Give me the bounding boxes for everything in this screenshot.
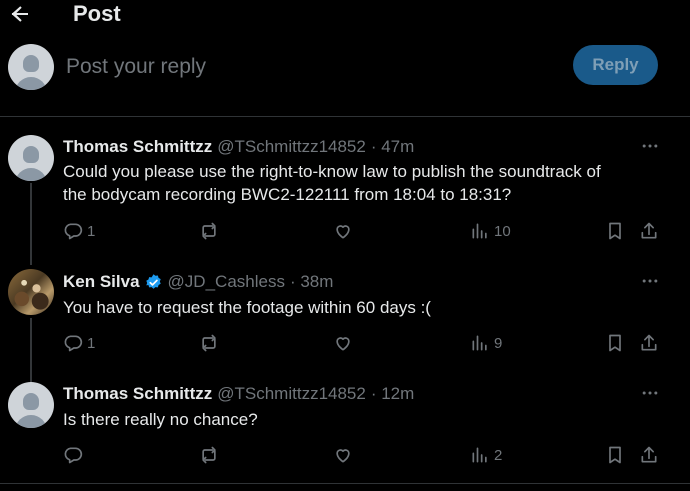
repost-action[interactable]	[199, 333, 219, 353]
post-header: Thomas Schmittzz @TSchmittzz14852 · 47m	[63, 135, 414, 159]
divider	[0, 116, 690, 117]
analytics-icon	[472, 447, 487, 463]
like-action[interactable]	[333, 221, 353, 241]
share-icon[interactable]	[639, 221, 659, 241]
divider	[0, 483, 690, 484]
post-text-line: the bodycam recording BWC2-122111 from 1…	[63, 185, 512, 204]
thread-line	[30, 183, 32, 265]
avatar[interactable]	[8, 382, 54, 428]
post-header: Thomas Schmittzz @TSchmittzz14852 · 12m	[63, 382, 414, 406]
avatar[interactable]	[8, 135, 54, 181]
reply-icon	[64, 335, 83, 352]
thread-line	[30, 318, 32, 382]
more-options-icon[interactable]	[640, 271, 660, 291]
share-icon[interactable]	[639, 333, 659, 353]
post-header: Ken Silva @JD_Cashless · 38m	[63, 270, 333, 294]
view-count: 9	[494, 334, 503, 352]
author-handle[interactable]: @TSchmittzz14852	[217, 137, 366, 157]
repost-action[interactable]	[199, 221, 219, 241]
repost-icon	[202, 334, 216, 352]
back-arrow-icon[interactable]	[8, 2, 32, 26]
analytics-icon	[472, 223, 487, 239]
views-action[interactable]: 2	[470, 445, 502, 465]
heart-icon	[336, 449, 350, 463]
reply-action[interactable]: 1	[63, 221, 95, 241]
repost-icon	[202, 222, 216, 240]
bookmark-icon[interactable]	[605, 333, 625, 353]
post-text-line: Could you please use the right-to-know l…	[63, 162, 601, 181]
heart-icon	[336, 337, 350, 351]
reply-action[interactable]: 1	[63, 333, 95, 353]
view-count: 10	[494, 222, 511, 240]
reply-count: 1	[87, 334, 96, 352]
share-icon[interactable]	[639, 445, 659, 465]
verified-badge-icon[interactable]	[144, 273, 163, 292]
views-action[interactable]: 9	[470, 333, 502, 353]
post-text: Is there really no chance?	[63, 410, 258, 429]
page-title: Post	[73, 1, 121, 26]
views-action[interactable]: 10	[470, 221, 511, 241]
avatar[interactable]	[8, 269, 54, 315]
author-name[interactable]: Ken Silva	[63, 272, 140, 292]
repost-icon	[202, 446, 216, 464]
post-time[interactable]: · 12m	[371, 384, 414, 404]
author-handle[interactable]: @JD_Cashless	[168, 272, 285, 292]
more-options-icon[interactable]	[640, 136, 660, 156]
bookmark-icon[interactable]	[605, 221, 625, 241]
reply-action[interactable]	[63, 445, 87, 465]
reply-icon	[64, 447, 83, 464]
post-text: You have to request the footage within 6…	[63, 298, 431, 317]
reply-input[interactable]: Post your reply	[66, 53, 206, 81]
post-text: Could you please use the right-to-know l…	[63, 160, 653, 206]
view-count: 2	[494, 446, 503, 464]
avatar	[8, 44, 54, 90]
author-handle[interactable]: @TSchmittzz14852	[217, 384, 366, 404]
reply-count: 1	[87, 222, 96, 240]
post-time[interactable]: · 47m	[371, 137, 414, 157]
reply-icon	[64, 223, 83, 240]
author-name[interactable]: Thomas Schmittzz	[63, 384, 212, 404]
like-action[interactable]	[333, 333, 353, 353]
like-action[interactable]	[333, 445, 353, 465]
heart-icon	[336, 225, 350, 239]
bookmark-icon[interactable]	[605, 445, 625, 465]
post-time[interactable]: · 38m	[290, 272, 333, 292]
analytics-icon	[472, 335, 487, 351]
reply-button[interactable]: Reply	[573, 45, 658, 85]
more-options-icon[interactable]	[640, 383, 660, 403]
author-name[interactable]: Thomas Schmittzz	[63, 137, 212, 157]
repost-action[interactable]	[199, 445, 219, 465]
